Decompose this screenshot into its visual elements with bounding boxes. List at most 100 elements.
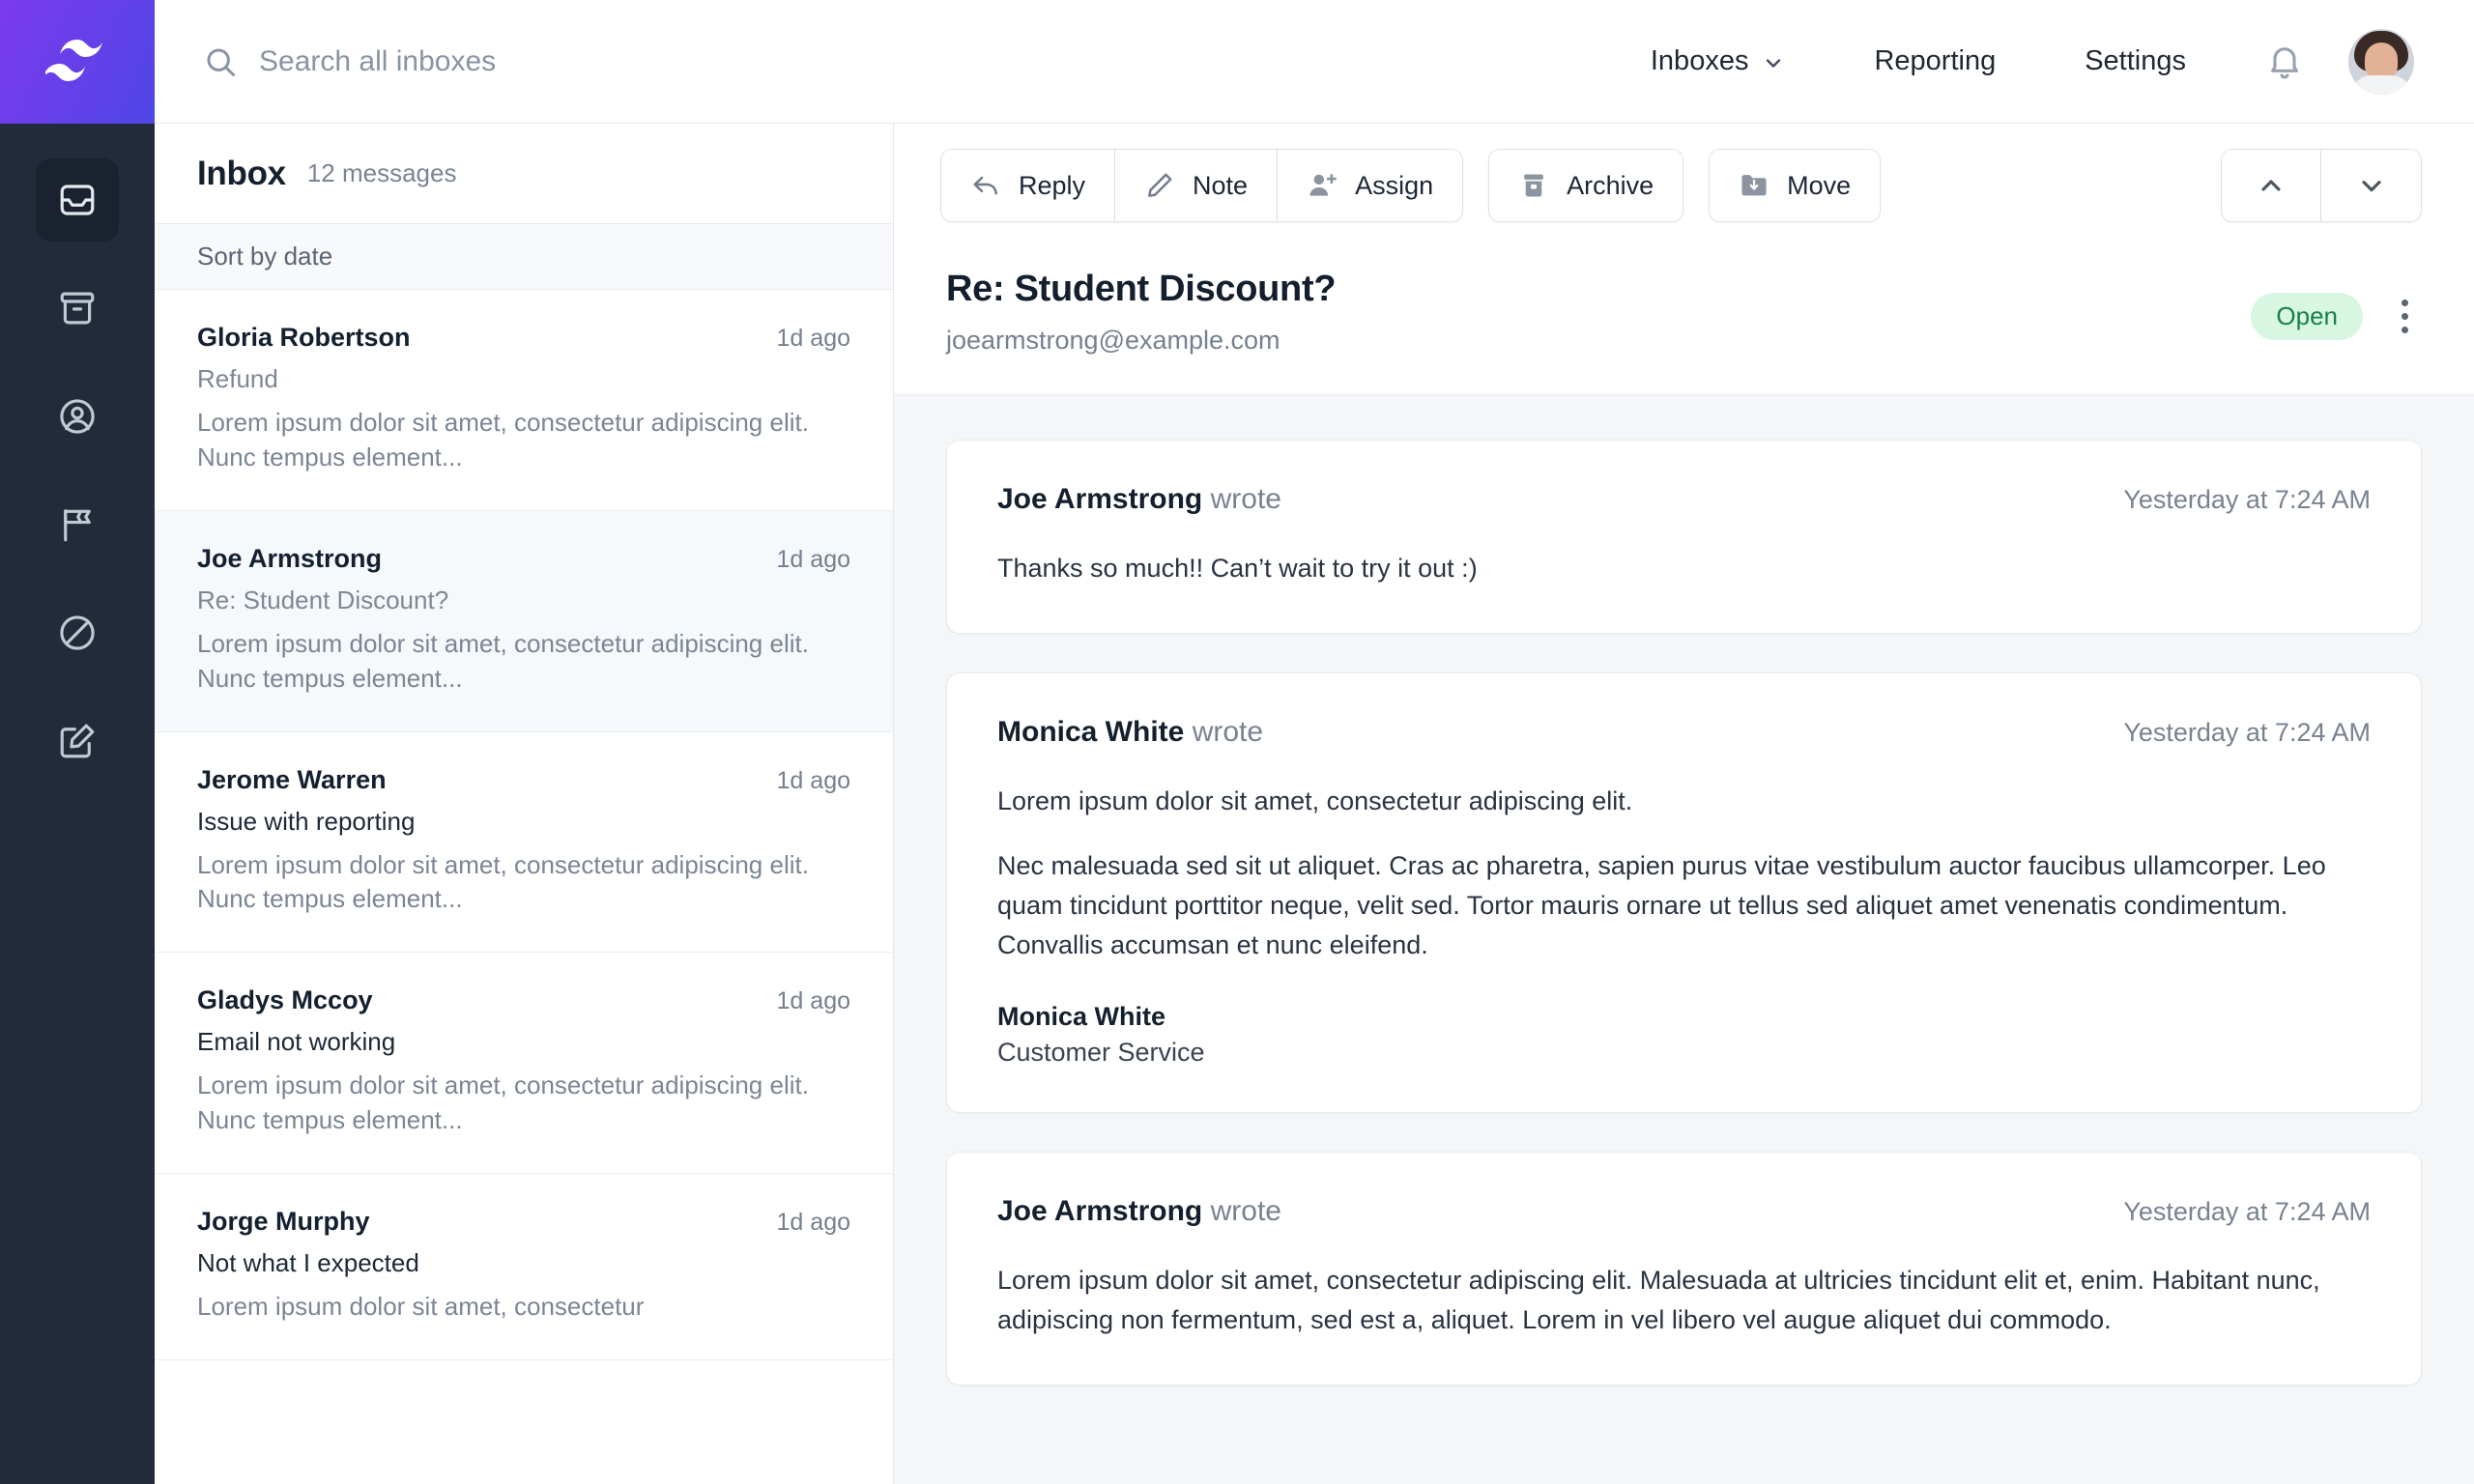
message-body: Lorem ipsum dolor sit amet, consectetur …	[997, 1261, 2371, 1340]
message-author-name: Joe Armstrong	[997, 1195, 1203, 1228]
list-item[interactable]: Gloria Robertson 1d ago Refund Lorem ips…	[155, 290, 893, 511]
conversation-email: joearmstrong@example.com	[946, 326, 1280, 355]
avatar[interactable]	[2348, 28, 2414, 95]
search-box[interactable]	[203, 44, 1606, 79]
sidebar-item-spam[interactable]	[36, 591, 119, 674]
sidebar-item-compose[interactable]	[36, 699, 119, 783]
top-nav: Inboxes Reporting Settings	[1606, 28, 2414, 95]
list-item[interactable]: Jerome Warren 1d ago Issue with reportin…	[155, 732, 893, 954]
brand-logo[interactable]	[0, 0, 155, 124]
pencil-icon	[1144, 170, 1175, 201]
app-root: Inboxes Reporting Settings	[0, 0, 2474, 1484]
message-author: Joe Armstrong wrote	[997, 483, 1281, 516]
conversation-toolbar: Reply Note Assign Archive Move	[894, 124, 2474, 247]
message-body: Thanks so much!! Can’t wait to try it ou…	[997, 549, 2371, 588]
wave-logo-icon	[45, 38, 109, 86]
conversation-pane: Reply Note Assign Archive Move Re: Stude…	[894, 124, 2474, 1484]
assign-button[interactable]: Assign	[1278, 149, 1464, 222]
reply-label: Reply	[1019, 170, 1086, 200]
list-item-snippet: Lorem ipsum dolor sit amet, consectetur …	[197, 408, 809, 471]
page-title: Inbox	[197, 154, 286, 192]
list-item-sender: Gladys Mccoy	[197, 985, 373, 1015]
nav-reporting-label: Reporting	[1874, 45, 1997, 76]
message-card: Joe Armstrong wrote Yesterday at 7:24 AM…	[946, 440, 2422, 635]
archive-button[interactable]: Archive	[1488, 149, 1684, 222]
list-item-time: 1d ago	[776, 1209, 850, 1236]
previous-conversation-button[interactable]	[2221, 149, 2321, 222]
reply-button[interactable]: Reply	[940, 149, 1116, 222]
list-item-sender: Jorge Murphy	[197, 1207, 370, 1236]
note-button[interactable]: Note	[1115, 149, 1279, 222]
ban-icon	[57, 613, 98, 653]
message-author: Joe Armstrong wrote	[997, 1195, 1281, 1228]
nav-inboxes[interactable]: Inboxes	[1606, 45, 1830, 77]
main-area: Inboxes Reporting Settings	[155, 0, 2474, 1484]
list-item-snippet: Lorem ipsum dolor sit amet, consectetur …	[197, 628, 809, 693]
nav-settings-label: Settings	[2085, 45, 2186, 76]
sidebar-item-contacts[interactable]	[36, 375, 119, 458]
message-author-name: Joe Armstrong	[997, 483, 1203, 515]
move-button[interactable]: Move	[1709, 149, 1882, 222]
archive-box-icon	[1518, 170, 1549, 201]
reply-arrow-icon	[970, 170, 1001, 201]
inbox-icon	[57, 180, 98, 220]
nav-settings[interactable]: Settings	[2040, 45, 2230, 77]
user-circle-icon	[57, 396, 98, 437]
bell-icon[interactable]	[2265, 43, 2304, 81]
kebab-menu-icon[interactable]	[2388, 290, 2422, 343]
sort-by-date-control[interactable]: Sort by date	[155, 224, 893, 290]
nav-inboxes-label: Inboxes	[1650, 45, 1749, 76]
search-input[interactable]	[259, 44, 839, 78]
status-badge[interactable]: Open	[2251, 293, 2363, 340]
message-body: Lorem ipsum dolor sit amet, consectetur …	[997, 782, 2371, 965]
chevron-down-icon	[1762, 50, 1785, 73]
list-item[interactable]: Joe Armstrong 1d ago Re: Student Discoun…	[155, 510, 893, 732]
top-bar: Inboxes Reporting Settings	[155, 0, 2474, 124]
chevron-down-icon	[2356, 170, 2387, 201]
reply-note-assign-group: Reply Note Assign	[940, 149, 1464, 222]
list-item[interactable]: Jorge Murphy 1d ago Not what I expected …	[155, 1174, 893, 1360]
move-label: Move	[1787, 170, 1852, 200]
message-timestamp: Yesterday at 7:24 AM	[2123, 1197, 2371, 1227]
message-list-pane: Inbox 12 messages Sort by date Gloria Ro…	[155, 124, 894, 1484]
chevron-up-icon	[2256, 170, 2287, 201]
sort-label: Sort by date	[197, 242, 333, 271]
list-item-time: 1d ago	[776, 545, 850, 573]
list-header: Inbox 12 messages	[155, 124, 893, 224]
body: Inbox 12 messages Sort by date Gloria Ro…	[155, 124, 2474, 1484]
list-item-time: 1d ago	[776, 766, 850, 794]
list-item-subject: Issue with reporting	[197, 806, 416, 836]
message-count: 12 messages	[306, 158, 457, 187]
list-item-subject: Re: Student Discount?	[197, 585, 449, 614]
next-conversation-button[interactable]	[2321, 149, 2422, 222]
message-paragraph: Nec malesuada sed sit ut aliquet. Cras a…	[997, 851, 2326, 960]
conversation-subject: Re: Student Discount?	[946, 269, 1337, 309]
message-thread: Joe Armstrong wrote Yesterday at 7:24 AM…	[894, 395, 2474, 1484]
sidebar-item-flagged[interactable]	[36, 483, 119, 566]
message-card: Monica White wrote Yesterday at 7:24 AM …	[946, 672, 2422, 1114]
conversation-nav-group	[2221, 149, 2422, 222]
archive-icon	[57, 288, 98, 328]
sidebar-item-inbox[interactable]	[36, 158, 119, 242]
list-item-time: 1d ago	[776, 987, 850, 1015]
list-item-subject: Not what I expected	[197, 1248, 419, 1277]
sidebar-item-archive[interactable]	[36, 267, 119, 350]
message-paragraph: Lorem ipsum dolor sit amet, consectetur …	[997, 786, 1633, 816]
assign-label: Assign	[1355, 170, 1434, 200]
message-wrote-label: wrote	[1210, 483, 1281, 515]
message-signature: Monica White Customer Service	[997, 1002, 2371, 1068]
list-item-sender: Gloria Robertson	[197, 323, 411, 352]
rail-items	[36, 124, 119, 783]
message-paragraph: Thanks so much!! Can’t wait to try it ou…	[997, 554, 1478, 583]
archive-label: Archive	[1567, 170, 1654, 200]
folder-move-icon	[1739, 170, 1769, 201]
signature-name: Monica White	[997, 1002, 1165, 1032]
message-wrote-label: wrote	[1192, 716, 1264, 749]
list-item-snippet: Lorem ipsum dolor sit amet, consectetur	[197, 1292, 645, 1321]
list-item-time: 1d ago	[776, 325, 850, 352]
message-timestamp: Yesterday at 7:24 AM	[2123, 485, 2371, 514]
message-rows: Gloria Robertson 1d ago Refund Lorem ips…	[155, 290, 893, 1484]
nav-reporting[interactable]: Reporting	[1829, 45, 2040, 77]
note-label: Note	[1193, 170, 1249, 200]
list-item[interactable]: Gladys Mccoy 1d ago Email not working Lo…	[155, 953, 893, 1174]
